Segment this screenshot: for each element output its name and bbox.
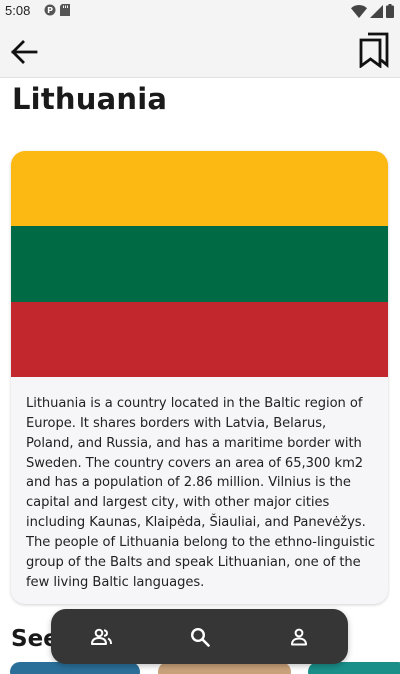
- status-notification-icons: P: [44, 4, 70, 16]
- back-button[interactable]: [8, 36, 40, 68]
- country-description: Lithuania is a country located in the Ba…: [26, 396, 376, 590]
- app-bar: [0, 24, 400, 78]
- flag-stripe-middle: [11, 226, 388, 302]
- nav-people-button[interactable]: [77, 617, 125, 657]
- app-notification-icon: P: [44, 4, 56, 16]
- country-card: Lithuania is a country located in the Ba…: [11, 151, 388, 604]
- country-flag: [11, 151, 388, 377]
- flag-stripe-top: [11, 151, 388, 227]
- svg-text:P: P: [47, 6, 53, 15]
- search-icon: [190, 627, 210, 647]
- wifi-icon: [351, 4, 367, 18]
- nav-search-button[interactable]: [176, 617, 224, 657]
- status-system-icons: [351, 4, 394, 18]
- bottom-nav: [51, 609, 348, 664]
- people-icon: [90, 628, 112, 645]
- sd-card-icon: [60, 4, 70, 16]
- person-icon: [290, 628, 307, 645]
- signal-icon: [370, 4, 383, 18]
- arrow-left-icon: [11, 40, 38, 64]
- status-bar: 5:08 P: [0, 0, 400, 24]
- nav-profile-button[interactable]: [275, 617, 323, 657]
- page-title: Lithuania: [12, 82, 168, 116]
- battery-icon: [386, 4, 394, 18]
- bookmarks-icon: [359, 32, 389, 68]
- status-time: 5:08: [5, 3, 31, 18]
- flag-stripe-bottom: [11, 301, 388, 377]
- bookmark-button[interactable]: [358, 30, 390, 70]
